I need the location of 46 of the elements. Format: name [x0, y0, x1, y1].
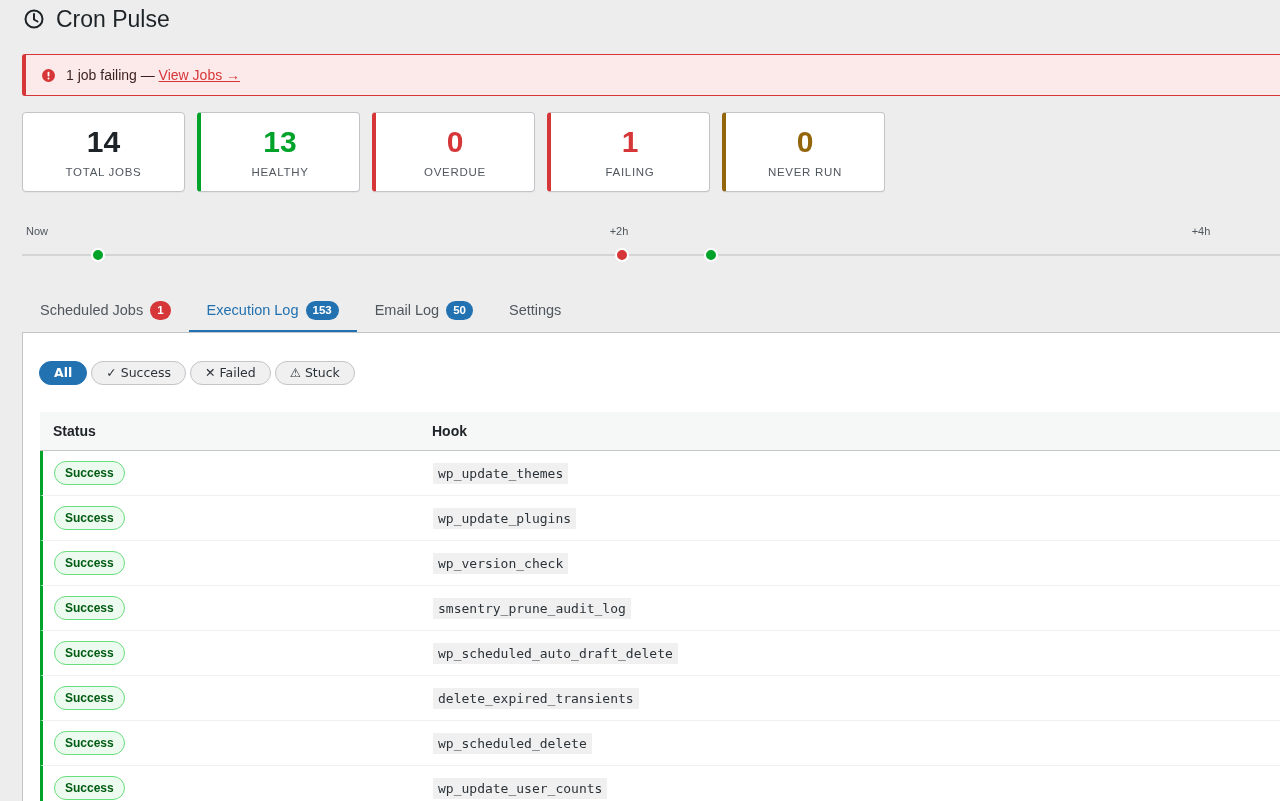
status-badge: Success: [54, 776, 125, 800]
stat-label: HEALTHY: [251, 165, 309, 179]
filter-chip[interactable]: All: [39, 361, 88, 385]
column-header: Status: [53, 423, 96, 439]
status-badge: Success: [54, 461, 125, 485]
stat-value: 1: [621, 126, 639, 158]
hook-code: wp_update_plugins: [433, 507, 577, 529]
stat-value: 0: [446, 126, 464, 158]
stat-value: 0: [796, 126, 814, 158]
filter-chip[interactable]: ✕ Failed: [190, 361, 271, 385]
time-tick-label: +2h: [609, 224, 629, 238]
view-jobs-link[interactable]: View Jobs →: [158, 67, 241, 83]
hook-code: smsentry_prune_audit_log: [433, 597, 631, 619]
status-badge: Success: [54, 596, 125, 620]
count-badge: 153: [305, 300, 339, 320]
time-tick-label: Now: [26, 224, 48, 238]
hook-code: delete_expired_transients: [433, 687, 639, 709]
hook-code: wp_scheduled_auto_draft_delete: [433, 642, 678, 664]
status-badge: Success: [54, 551, 125, 575]
tab[interactable]: Scheduled Jobs 1: [22, 290, 189, 332]
filter-chip[interactable]: ✓ Success: [91, 361, 186, 385]
status-badge: Success: [54, 686, 125, 710]
hook-code: wp_scheduled_delete: [433, 732, 592, 754]
stat-label: FAILING: [605, 165, 655, 179]
tab[interactable]: Settings: [490, 290, 580, 332]
status-badge: Success: [54, 641, 125, 665]
tab[interactable]: Email Log 50: [356, 290, 491, 332]
alert-message: 1 job failing — View Jobs →: [66, 66, 241, 85]
status-badge: Success: [54, 506, 125, 530]
stat-value: 14: [86, 126, 121, 158]
time-tick-label: +4h: [1191, 224, 1211, 238]
filter-chip[interactable]: ⚠ Stuck: [274, 361, 355, 385]
stat-label: TOTAL JOBS: [65, 165, 142, 179]
stat-value: 13: [263, 126, 297, 158]
hook-code: wp_update_user_counts: [433, 777, 608, 799]
hook-code: wp_version_check: [433, 552, 569, 574]
status-badge: Success: [54, 731, 125, 755]
stat-label: OVERDUE: [424, 165, 486, 179]
error-icon: [42, 68, 55, 82]
clock-icon: [24, 9, 44, 29]
column-header: Hook: [432, 423, 467, 439]
stat-label: NEVER RUN: [768, 165, 842, 179]
hook-code: wp_update_themes: [433, 462, 569, 484]
page-title: Cron Pulse: [56, 5, 170, 34]
count-badge: 50: [446, 300, 473, 320]
count-badge: 1: [150, 300, 171, 320]
